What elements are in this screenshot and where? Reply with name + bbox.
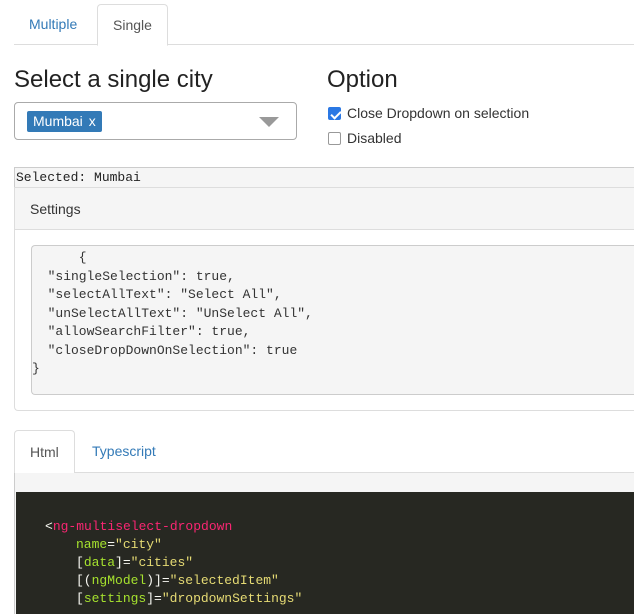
code-line: [data]="cities": [76, 554, 193, 572]
select-city-heading: Select a single city: [14, 66, 213, 93]
settings-panel: Settings { "singleSelection": true, "sel…: [14, 187, 634, 411]
selected-output: Selected: Mumbai: [14, 167, 634, 187]
code-punct: ]: [115, 555, 123, 570]
code-line: <ng-multiselect-dropdown: [45, 518, 232, 536]
close-dropdown-label: Close Dropdown on selection: [347, 105, 530, 121]
settings-json-line: "selectAllText": "Select All",: [32, 287, 282, 302]
code-punct: =: [107, 537, 116, 552]
top-tab-bar: Multiple Single: [14, 0, 634, 46]
code-viewer: <ng-multiselect-dropdown name="city" [da…: [16, 492, 634, 614]
disabled-checkbox[interactable]: [328, 132, 341, 145]
code-string: "cities": [130, 555, 194, 570]
code-punct: )]: [146, 573, 162, 588]
settings-json-line: "singleSelection": true,: [32, 268, 235, 284]
option-disabled[interactable]: Disabled: [328, 129, 428, 147]
disabled-label: Disabled: [347, 130, 402, 146]
option-heading: Option: [327, 66, 398, 93]
page: Multiple Single Select a single city Mum…: [0, 0, 634, 614]
code-string: "selectedItem": [169, 573, 279, 588]
code-block: <ng-multiselect-dropdown name="city" [da…: [14, 473, 634, 614]
close-dropdown-checkbox[interactable]: [328, 107, 341, 120]
tab-multiple[interactable]: Multiple: [14, 4, 92, 45]
dropdown-caret-icon[interactable]: [259, 117, 279, 127]
settings-json-line: "allowSearchFilter": true,: [32, 324, 251, 339]
code-punct: [(: [76, 573, 92, 588]
code-tag: ng-multiselect-dropdown: [52, 519, 233, 534]
settings-json-line: "closeDropDownOnSelection": true: [32, 342, 298, 358]
tab-html[interactable]: Html: [14, 430, 75, 474]
code-attr: data: [83, 555, 116, 570]
code-punct: [: [76, 591, 84, 606]
selected-city-chip[interactable]: Mumbai x: [27, 111, 102, 132]
code-line: [(ngModel)]="selectedItem": [76, 572, 279, 590]
code-attr: name: [76, 537, 108, 552]
chip-remove-icon[interactable]: x: [89, 113, 96, 129]
option-close-dropdown[interactable]: Close Dropdown on selection: [328, 104, 548, 122]
code-punct: =: [154, 591, 162, 606]
settings-panel-title: Settings: [15, 188, 634, 230]
chip-label: Mumbai: [33, 113, 83, 129]
code-attr: ngModel: [91, 573, 147, 588]
city-dropdown[interactable]: Mumbai x: [14, 102, 297, 140]
code-punct: =: [161, 573, 170, 588]
tab-typescript[interactable]: Typescript: [77, 430, 171, 473]
code-string: "dropdownSettings": [161, 591, 303, 606]
code-punct: <: [45, 519, 53, 534]
code-string: "city": [115, 537, 162, 552]
code-line: name="city": [76, 536, 162, 554]
code-punct: =: [122, 555, 131, 570]
code-tab-bar: Html Typescript: [14, 430, 634, 474]
code-attr: settings: [83, 591, 147, 606]
code-punct: ]: [146, 591, 155, 606]
settings-json-line: }: [32, 361, 40, 376]
code-punct: [: [76, 555, 84, 570]
settings-json-line: "unSelectAllText": "UnSelect All",: [32, 305, 313, 321]
settings-json-line: {: [32, 250, 87, 265]
settings-json: { "singleSelection": true, "selectAllTex…: [31, 245, 634, 395]
tab-single[interactable]: Single: [97, 4, 168, 46]
code-line: [settings]="dropdownSettings": [76, 590, 302, 608]
